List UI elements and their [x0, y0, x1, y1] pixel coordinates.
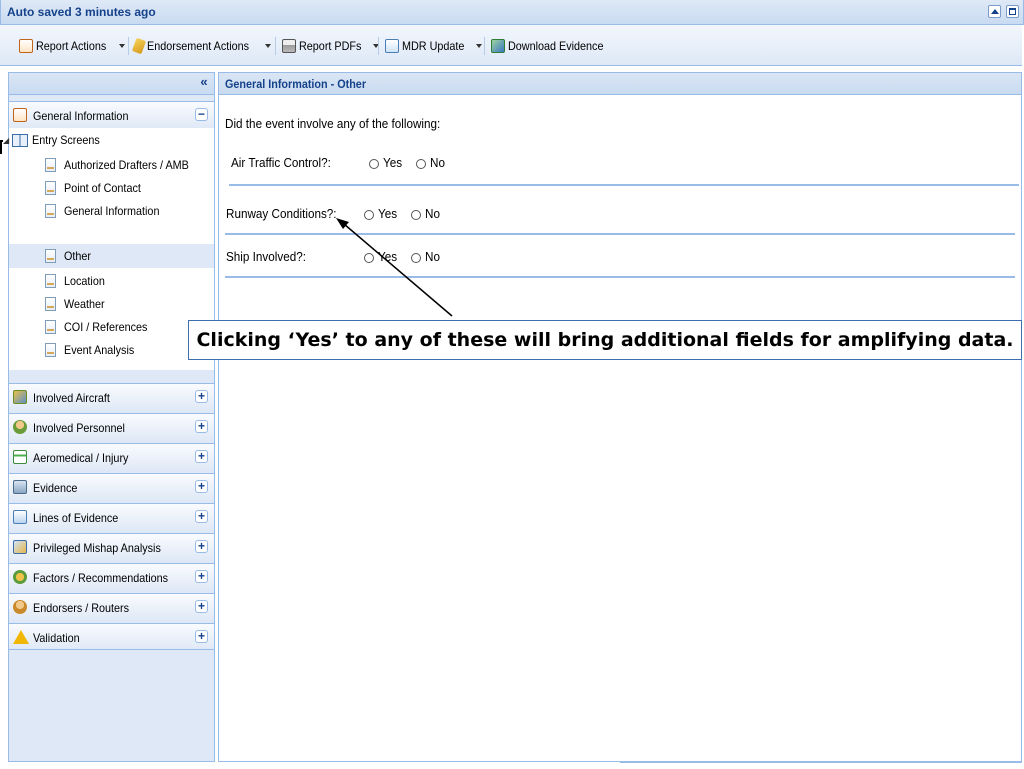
annotation-callout: Clicking ‘Yes’ to any of these will brin… [188, 320, 1022, 360]
annotation-arrow [336, 218, 453, 317]
